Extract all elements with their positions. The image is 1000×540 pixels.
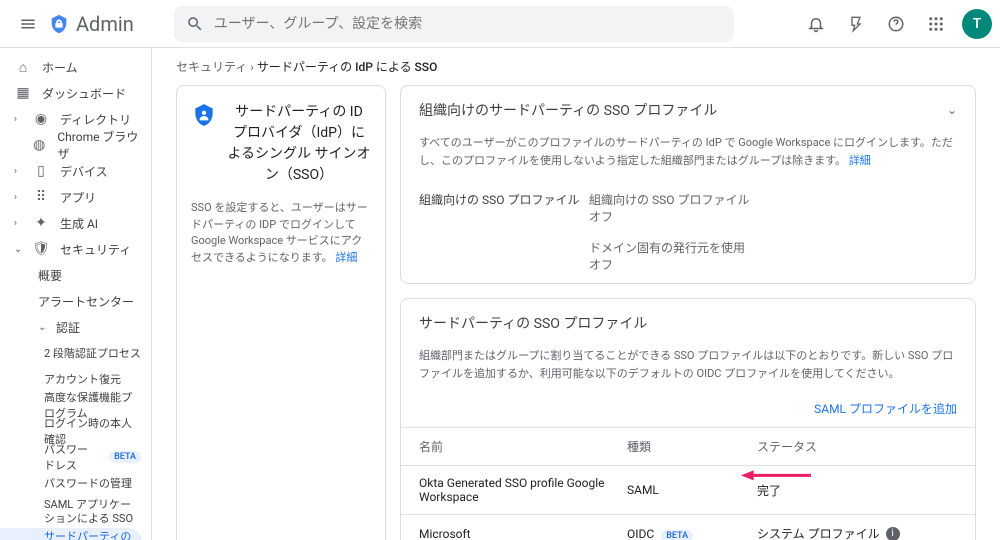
nav-home[interactable]: ⌂ホーム — [0, 54, 151, 80]
crumb-security[interactable]: セキュリティ — [176, 60, 247, 74]
search-bar[interactable] — [174, 6, 734, 42]
nav-genai[interactable]: ›✦生成 AI — [0, 210, 151, 236]
chevron-right-icon: › — [14, 114, 22, 125]
nav-pwmanage[interactable]: パスワードの管理 — [0, 470, 151, 496]
learn-more-link[interactable]: 詳細 — [335, 251, 357, 264]
nav-chrome[interactable]: ◍Chrome ブラウザ — [0, 132, 151, 158]
nav-auth[interactable]: ⌄認証 — [0, 314, 151, 340]
directory-icon: ◉ — [32, 111, 50, 127]
col-status: ステータス — [757, 438, 957, 455]
devices-icon: ▯ — [32, 163, 50, 179]
intro-card: サードパーティの ID プロバイダ（IdP）によるシングル サインオン（SSO）… — [176, 85, 386, 540]
chevron-down-icon: ⌄ — [38, 322, 46, 333]
logo-text: Admin — [76, 12, 134, 36]
home-icon: ⌂ — [14, 59, 32, 76]
nav-dashboard[interactable]: ▦ダッシュボード — [0, 80, 151, 106]
profile-row-microsoft[interactable]: MicrosoftOIDC BETAシステム プロファイルi — [401, 514, 975, 540]
chevron-down-icon: ⌄ — [14, 244, 22, 255]
org-profile-title: 組織向けのサードパーティの SSO プロファイル — [419, 100, 717, 120]
chevron-right-icon: › — [14, 218, 22, 229]
search-input[interactable] — [214, 16, 722, 32]
help-icon[interactable] — [876, 4, 916, 44]
expand-icon[interactable]: ⌄ — [947, 103, 957, 117]
sidebar: ⌂ホーム ▦ダッシュボード ›◉ディレクトリ ◍Chrome ブラウザ ›▯デバ… — [0, 48, 152, 540]
nav-saml[interactable]: SAML アプリケーションによる SSO — [0, 496, 151, 528]
search-icon — [186, 15, 204, 33]
menu-icon[interactable] — [8, 4, 48, 44]
nav-alert[interactable]: アラートセンター — [0, 288, 151, 314]
apps-nav-icon: ⠿ — [32, 189, 50, 205]
chevron-right-icon: › — [14, 192, 22, 203]
dashboard-icon: ▦ — [14, 85, 32, 101]
beta-badge: BETA — [109, 451, 141, 463]
apps-icon[interactable] — [916, 4, 956, 44]
info-icon[interactable]: i — [886, 527, 900, 540]
col-name: 名前 — [419, 438, 627, 455]
admin-logo[interactable]: Admin — [48, 12, 134, 36]
notifications-icon[interactable] — [796, 4, 836, 44]
chevron-right-icon: › — [14, 166, 22, 177]
tasks-icon[interactable] — [836, 4, 876, 44]
col-type: 種類 — [627, 438, 757, 455]
nav-security[interactable]: ⌄🛡セキュリティ — [0, 236, 151, 262]
nav-apps[interactable]: ›⠿アプリ — [0, 184, 151, 210]
learn-more-link[interactable]: 詳細 — [849, 154, 871, 167]
nav-passwordless[interactable]: パスワードレスBETA — [0, 444, 151, 470]
profiles-card: サードパーティの SSO プロファイル 組織部門またはグループに割り当てることが… — [400, 298, 976, 540]
sparkle-icon: ✦ — [32, 215, 50, 231]
nav-overview[interactable]: 概要 — [0, 262, 151, 288]
org-profile-card[interactable]: 組織向けのサードパーティの SSO プロファイル⌄ すべてのユーザーがこのプロフ… — [400, 85, 976, 284]
breadcrumb: セキュリティ › サードパーティの IdP による SSO — [152, 48, 1000, 85]
nav-twostep[interactable]: 2 段階認証プロセス — [0, 340, 151, 366]
shield-icon: 🛡 — [32, 241, 50, 257]
intro-title: サードパーティの ID プロバイダ（IdP）によるシングル サインオン（SSO） — [227, 102, 371, 186]
crumb-current: サードパーティの IdP による SSO — [257, 60, 438, 74]
beta-badge: BETA — [661, 530, 693, 540]
avatar[interactable]: T — [962, 9, 992, 39]
shield-icon — [191, 102, 217, 128]
add-saml-profile-link[interactable]: SAML プロファイルを追加 — [814, 402, 957, 416]
nav-thirdparty-sso[interactable]: サードパーティの IdP による SSO — [0, 528, 143, 540]
profile-row-okta[interactable]: Okta Generated SSO profile Google Worksp… — [401, 465, 975, 514]
profiles-title: サードパーティの SSO プロファイル — [419, 313, 647, 333]
chrome-icon: ◍ — [31, 137, 47, 153]
